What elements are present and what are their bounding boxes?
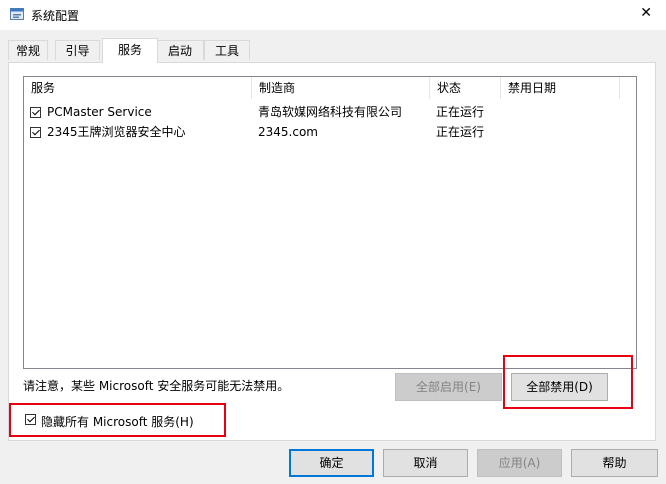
title-bar: 系统配置 ✕	[0, 0, 666, 30]
table-row[interactable]: PCMaster Service 青岛软媒网络科技有限公司 正在运行	[24, 102, 636, 122]
ok-button[interactable]: 确定	[289, 449, 374, 477]
tab-services[interactable]: 服务	[102, 38, 158, 63]
tab-startup[interactable]: 启动	[156, 40, 204, 60]
service-manufacturer: 青岛软媒网络科技有限公司	[258, 105, 403, 119]
tab-boot[interactable]: 引导	[55, 40, 100, 60]
column-header-status[interactable]: 状态	[430, 77, 501, 99]
service-status: 正在运行	[436, 125, 485, 139]
service-checkbox[interactable]	[30, 127, 41, 138]
service-manufacturer: 2345.com	[258, 125, 318, 139]
service-name: 2345王牌浏览器安全中心	[47, 125, 186, 139]
column-header-manufacturer[interactable]: 制造商	[252, 77, 430, 99]
column-header-disable-date[interactable]: 禁用日期	[501, 77, 620, 99]
service-status: 正在运行	[436, 105, 485, 119]
highlight-box-hide-ms	[9, 403, 226, 437]
service-name: PCMaster Service	[47, 105, 152, 119]
tab-tools[interactable]: 工具	[204, 40, 250, 60]
column-header-service[interactable]: 服务	[24, 77, 252, 99]
notice-text: 请注意，某些 Microsoft 安全服务可能无法禁用。	[23, 379, 290, 393]
close-icon[interactable]: ✕	[640, 5, 652, 21]
tab-general[interactable]: 常规	[8, 40, 48, 60]
table-row[interactable]: 2345王牌浏览器安全中心 2345.com 正在运行	[24, 122, 636, 142]
apply-button[interactable]: 应用(A)	[477, 449, 562, 477]
msconfig-icon	[10, 8, 24, 20]
enable-all-button[interactable]: 全部启用(E)	[395, 373, 502, 401]
service-checkbox[interactable]	[30, 107, 41, 118]
services-list[interactable]: 服务 制造商 状态 禁用日期 PCMaster Service 青岛软媒网络科技…	[23, 76, 637, 369]
help-button[interactable]: 帮助	[571, 449, 658, 477]
window-title: 系统配置	[31, 9, 80, 23]
cancel-button[interactable]: 取消	[383, 449, 468, 477]
highlight-box-disable-all	[503, 355, 633, 409]
